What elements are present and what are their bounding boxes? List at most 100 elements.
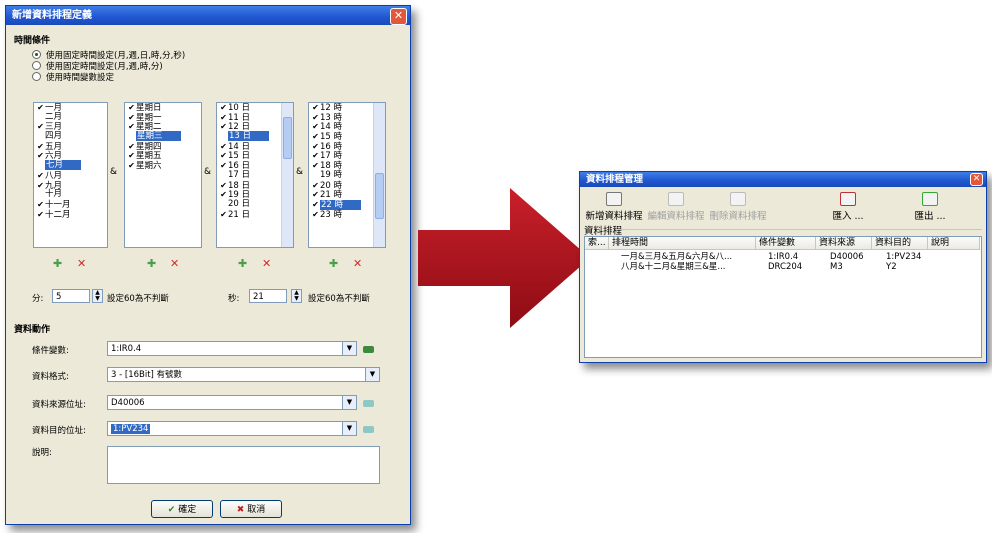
day-select-all-icon[interactable]: ✚ [238,257,247,270]
day-list[interactable]: ✔10 日 ✔11 日 ✔12 日 13 日 ✔14 日 ✔15 日 ✔16 日 17 日 ✔1… [216,102,294,248]
checkbox-checked-icon[interactable]: ✔ [127,142,136,152]
radio-fixed-full-indicator[interactable] [32,50,41,59]
checkbox-checked-icon[interactable]: ✔ [311,113,320,123]
list-item[interactable]: 七月 [34,160,107,171]
manager-titlebar[interactable]: 資料排程管理 ✕ [580,172,986,187]
checkbox-checked-icon[interactable]: ✔ [311,190,320,200]
checkbox-checked-icon[interactable]: ✔ [36,122,45,132]
checkbox-checked-icon[interactable]: ✔ [127,113,136,123]
checkbox-checked-icon[interactable]: ✔ [36,171,45,181]
second-input[interactable]: 21 [249,289,287,303]
weekday-clear-icon[interactable]: ✕ [170,257,179,270]
list-item[interactable]: ✔五月 [34,142,107,152]
list-item[interactable]: 十月 [34,189,107,200]
condition-var-edit-icon[interactable] [363,346,374,353]
data-format-select[interactable]: 3 - [16Bit] 有號數 ▼ [107,367,380,382]
checkbox-checked-icon[interactable]: ✔ [311,103,320,113]
schedule-table[interactable]: 索... 排程時間 條件變數 資料來源 資料目的 說明 一月&三月&五月&六月&… [584,236,982,358]
checkbox-checked-icon[interactable]: ✔ [311,181,320,191]
edit-schedule-button[interactable]: 編輯資料排程 [646,192,706,222]
list-item[interactable]: ✔星期五 [125,151,201,161]
list-item[interactable]: 四月 [34,131,107,142]
month-list[interactable]: ✔一月 二月 ✔三月 四月 ✔五月 ✔六月 七月 ✔八月 ✔九月 十月 ✔十一月 ✔十二月 [33,102,108,248]
checkbox-checked-icon[interactable]: ✔ [311,200,320,210]
source-addr-dropdown-icon[interactable]: ▼ [342,396,356,409]
checkbox-checked-icon[interactable]: ✔ [219,181,228,191]
hour-list-scrollbar[interactable] [373,103,385,247]
col-header-target[interactable]: 資料目的 [872,237,928,250]
weekday-list[interactable]: ✔星期日 ✔星期一 ✔星期二 星期三 ✔星期四 ✔星期五 ✔星期六 [124,102,202,248]
hour-list[interactable]: ✔12 時 ✔13 時 ✔14 時 ✔15 時 ✔16 時 ✔17 時 ✔18 時 19 時 ✔… [308,102,386,248]
checkbox-checked-icon[interactable]: ✔ [219,142,228,152]
month-clear-icon[interactable]: ✕ [77,257,86,270]
list-item[interactable]: ✔星期日 [125,103,201,113]
checkbox-checked-icon[interactable]: ✔ [219,113,228,123]
radio-fixed-week-indicator[interactable] [32,61,41,70]
list-item[interactable]: ✔星期六 [125,161,201,171]
list-item[interactable]: ✔十一月 [34,200,107,210]
checkbox-checked-icon[interactable]: ✔ [219,122,228,132]
description-textarea[interactable] [107,446,380,484]
ok-button[interactable]: ✔ 確定 [151,500,213,518]
condition-var-select[interactable]: 1:IR0.4 ▼ [107,341,357,356]
hour-clear-icon[interactable]: ✕ [353,257,362,270]
list-item[interactable]: ✔十二月 [34,210,107,220]
checkbox-checked-icon[interactable]: ✔ [311,151,320,161]
list-item[interactable]: ✔星期四 [125,142,201,152]
checkbox-checked-icon[interactable]: ✔ [311,161,320,171]
condition-var-dropdown-icon[interactable]: ▼ [342,342,356,355]
checkbox-checked-icon[interactable]: ✔ [311,210,320,220]
dialog-titlebar[interactable]: 新增資料排程定義 ✕ [6,6,410,25]
checkbox-checked-icon[interactable]: ✔ [311,122,320,132]
hour-select-all-icon[interactable]: ✚ [329,257,338,270]
second-spinner[interactable]: ▲ ▼ [291,289,302,303]
checkbox-checked-icon[interactable]: ✔ [219,151,228,161]
col-header-schedule-time[interactable]: 排程時間 [609,237,756,250]
cancel-button[interactable]: ✖ 取消 [220,500,282,518]
checkbox-checked-icon[interactable]: ✔ [219,190,228,200]
day-clear-icon[interactable]: ✕ [262,257,271,270]
checkbox-checked-icon[interactable]: ✔ [127,161,136,171]
checkbox-checked-icon[interactable]: ✔ [36,151,45,161]
target-addr-select[interactable]: 1:PV234 ▼ [107,421,357,436]
col-header-condition-var[interactable]: 條件變數 [756,237,816,250]
source-addr-edit-icon[interactable] [363,400,374,407]
col-header-description[interactable]: 說明 [928,237,980,250]
checkbox-checked-icon[interactable]: ✔ [311,142,320,152]
data-format-dropdown-icon[interactable]: ▼ [365,368,379,381]
list-item[interactable]: ✔八月 [34,171,107,181]
checkbox-checked-icon[interactable]: ✔ [36,200,45,210]
checkbox-checked-icon[interactable]: ✔ [219,210,228,220]
checkbox-checked-icon[interactable]: ✔ [36,210,45,220]
target-addr-edit-icon[interactable] [363,426,374,433]
checkbox-checked-icon[interactable]: ✔ [127,103,136,113]
checkbox-checked-icon[interactable]: ✔ [36,103,45,113]
source-addr-select[interactable]: D40006 ▼ [107,395,357,410]
target-addr-dropdown-icon[interactable]: ▼ [342,422,356,435]
checkbox-checked-icon[interactable]: ✔ [36,181,45,191]
minute-input[interactable]: 5 [52,289,90,303]
manager-close-button[interactable]: ✕ [970,173,983,186]
checkbox-checked-icon[interactable]: ✔ [219,161,228,171]
day-list-scrollbar[interactable] [281,103,293,247]
col-header-index[interactable]: 索... [585,237,609,250]
col-header-source[interactable]: 資料來源 [816,237,872,250]
checkbox-checked-icon[interactable]: ✔ [127,151,136,161]
list-item[interactable]: ✔星期一 [125,113,201,123]
list-item[interactable]: 二月 [34,112,107,123]
dialog-close-button[interactable]: ✕ [390,8,407,25]
list-item[interactable]: 星期三 [125,131,201,142]
import-button[interactable]: 匯入 ... [826,192,870,222]
checkbox-checked-icon[interactable]: ✔ [219,103,228,113]
add-schedule-button[interactable]: 新增資料排程 [584,192,644,222]
export-button[interactable]: 匯出 ... [908,192,952,222]
delete-schedule-button[interactable]: 刪除資料排程 [708,192,768,222]
radio-time-variable-label: 使用時間變數設定 [46,73,115,83]
minute-spinner[interactable]: ▲ ▼ [92,289,103,303]
weekday-select-all-icon[interactable]: ✚ [147,257,156,270]
checkbox-checked-icon[interactable]: ✔ [311,132,320,142]
month-select-all-icon[interactable]: ✚ [53,257,62,270]
checkbox-checked-icon[interactable]: ✔ [127,122,136,132]
checkbox-checked-icon[interactable]: ✔ [36,142,45,152]
radio-time-variable-indicator[interactable] [32,72,41,81]
